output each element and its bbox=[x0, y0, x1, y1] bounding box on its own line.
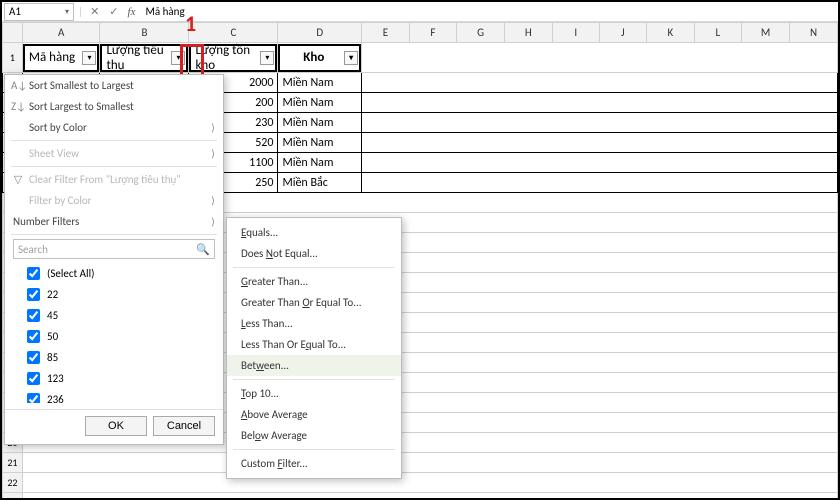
filter-icon[interactable]: ▾ bbox=[344, 51, 358, 65]
col-header[interactable]: G bbox=[457, 23, 505, 43]
filter-value[interactable]: 123 bbox=[23, 368, 215, 389]
number-filters[interactable]: Number Filters⟩ bbox=[5, 211, 223, 232]
cancel-icon[interactable]: ✕ bbox=[87, 5, 102, 18]
sort-desc-icon: Z↓ bbox=[11, 100, 25, 113]
filter-value[interactable]: (Select All) bbox=[23, 263, 215, 284]
table-header-b[interactable]: Lượng tiêu thụ ▾ bbox=[100, 44, 188, 72]
formula-value[interactable]: Mã hàng bbox=[141, 5, 184, 18]
cell[interactable]: Miền Nam bbox=[278, 153, 362, 173]
cell[interactable]: Miền Nam bbox=[278, 93, 362, 113]
between-item[interactable]: Between... bbox=[227, 355, 401, 376]
col-header[interactable]: I bbox=[552, 23, 599, 43]
col-header[interactable]: J bbox=[599, 23, 646, 43]
dropdown-icon[interactable]: ▾ bbox=[65, 7, 69, 17]
cancel-button[interactable]: Cancel bbox=[153, 416, 215, 436]
filter-icon[interactable]: ▾ bbox=[260, 51, 274, 65]
filter-dropdown: A↓Sort Smallest to Largest Z↓Sort Larges… bbox=[4, 74, 224, 445]
below-avg-item[interactable]: Below Average bbox=[227, 425, 401, 446]
filter-search[interactable]: Search 🔍 bbox=[13, 239, 215, 259]
filter-icon[interactable]: ▾ bbox=[82, 51, 96, 65]
less-eq-item[interactable]: Less Than Or Equal To... bbox=[227, 334, 401, 355]
cell[interactable]: Miền Nam bbox=[278, 73, 362, 93]
filter-value[interactable]: 85 bbox=[23, 347, 215, 368]
filter-value-list[interactable]: (Select All) 22 45 50 85 123 236 256 400 bbox=[23, 263, 215, 403]
table-header-a[interactable]: Mã hàng ▾ bbox=[23, 44, 100, 72]
sort-asc[interactable]: A↓Sort Smallest to Largest bbox=[5, 75, 223, 96]
cell[interactable]: Miền Nam bbox=[278, 113, 362, 133]
sort-by-color[interactable]: Sort by Color⟩ bbox=[5, 117, 223, 138]
table-header-c[interactable]: Lượng tồn kho ▾ bbox=[189, 44, 277, 72]
col-header[interactable]: A bbox=[22, 23, 100, 43]
cell[interactable]: Miền Bắc bbox=[278, 173, 362, 193]
col-header[interactable]: D bbox=[278, 23, 362, 43]
name-box[interactable]: A1 ▾ bbox=[4, 3, 74, 21]
chevron-right-icon: ⟩ bbox=[211, 121, 215, 134]
col-header[interactable]: C bbox=[189, 23, 278, 43]
number-filters-submenu: Equals... Does Not Equal... Greater Than… bbox=[226, 217, 402, 479]
greater-eq-item[interactable]: Greater Than Or Equal To... bbox=[227, 292, 401, 313]
equals-item[interactable]: Equals... bbox=[227, 222, 401, 243]
select-all-corner[interactable] bbox=[3, 23, 23, 43]
filter-value[interactable]: 22 bbox=[23, 284, 215, 305]
formula-bar: A1 ▾ | ✕ ✓ fx Mã hàng bbox=[2, 2, 838, 22]
filter-by-color: Filter by Color⟩ bbox=[5, 190, 223, 211]
funnel-clear-icon: ▽ bbox=[11, 173, 25, 186]
sort-desc[interactable]: Z↓Sort Largest to Smallest bbox=[5, 96, 223, 117]
col-header[interactable]: K bbox=[647, 23, 695, 43]
col-header[interactable]: N bbox=[790, 23, 838, 43]
cell[interactable]: Miền Nam bbox=[278, 133, 362, 153]
col-header[interactable]: L bbox=[694, 23, 741, 43]
clear-filter: ▽Clear Filter From "Lượng tiêu thụ" bbox=[5, 169, 223, 190]
fx-icon[interactable]: fx bbox=[126, 6, 138, 18]
col-header[interactable]: B bbox=[100, 23, 189, 43]
not-equal-item[interactable]: Does Not Equal... bbox=[227, 243, 401, 264]
custom-filter-item[interactable]: Custom Filter... bbox=[227, 453, 401, 474]
name-box-ref: A1 bbox=[9, 5, 21, 18]
greater-than-item[interactable]: Greater Than... bbox=[227, 271, 401, 292]
filter-value[interactable]: 50 bbox=[23, 326, 215, 347]
filter-value[interactable]: 45 bbox=[23, 305, 215, 326]
search-icon: 🔍 bbox=[196, 243, 210, 256]
ok-button[interactable]: OK bbox=[85, 416, 147, 436]
confirm-icon[interactable]: ✓ bbox=[106, 5, 121, 18]
col-header[interactable]: M bbox=[742, 23, 790, 43]
sort-asc-icon: A↓ bbox=[11, 79, 25, 92]
row-header[interactable]: 1 bbox=[3, 43, 23, 73]
sheet-view: Sheet View⟩ bbox=[5, 143, 223, 164]
top10-item[interactable]: Top 10... bbox=[227, 383, 401, 404]
col-header[interactable]: F bbox=[409, 23, 456, 43]
col-header[interactable]: E bbox=[362, 23, 410, 43]
chevron-right-icon: ⟩ bbox=[211, 215, 215, 228]
separator: | bbox=[78, 5, 83, 18]
above-avg-item[interactable]: Above Average bbox=[227, 404, 401, 425]
less-than-item[interactable]: Less Than... bbox=[227, 313, 401, 334]
filter-value[interactable]: 236 bbox=[23, 389, 215, 403]
col-header[interactable]: H bbox=[504, 23, 552, 43]
table-header-d[interactable]: Kho ▾ bbox=[278, 44, 361, 72]
filter-icon[interactable]: ▾ bbox=[171, 51, 185, 65]
